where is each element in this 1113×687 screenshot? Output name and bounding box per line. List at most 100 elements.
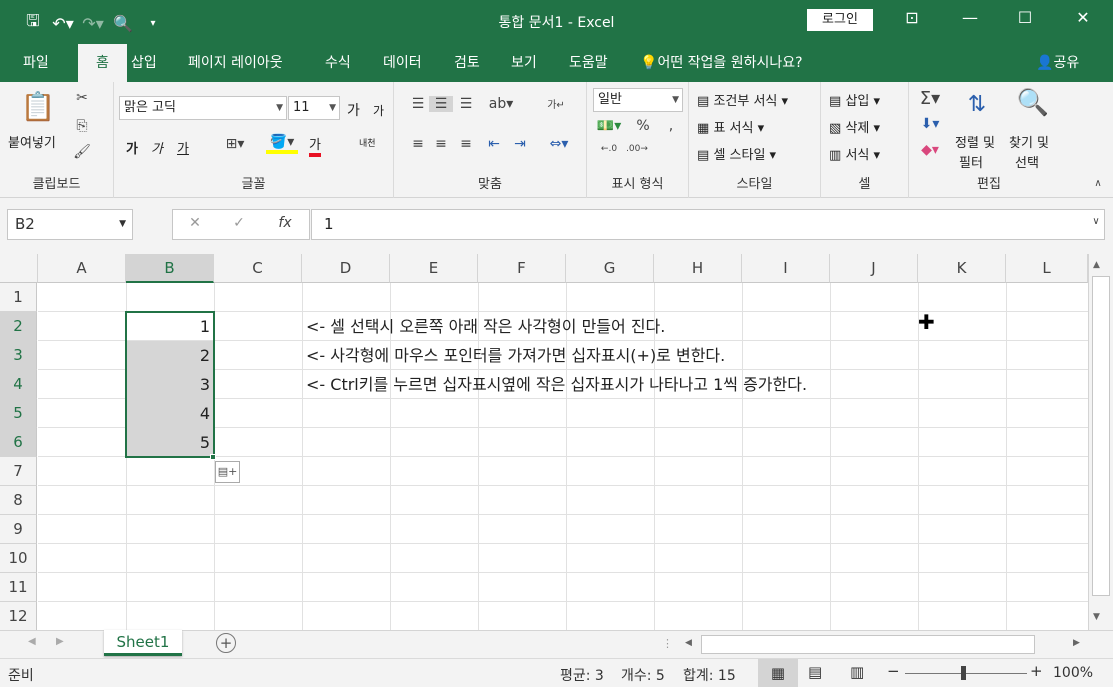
number-format-select[interactable]: 일반 ▼ <box>593 88 683 112</box>
find-select-label[interactable]: 찾기 및 <box>1009 132 1049 151</box>
bold-button[interactable]: 가 <box>126 138 138 157</box>
next-sheet-icon[interactable]: ▶ <box>56 636 64 647</box>
conditional-formatting-button[interactable]: ▤ 조건부 서식 ▾ <box>697 90 788 109</box>
tab-help[interactable]: 도움말 <box>569 52 608 72</box>
scroll-right-icon[interactable]: ▶ <box>1073 638 1080 648</box>
zoom-slider-thumb[interactable] <box>961 666 966 680</box>
paste-button[interactable]: 붙여넣기 <box>8 132 56 151</box>
page-break-view-icon[interactable]: ▥ <box>850 663 864 681</box>
expand-formula-icon[interactable]: ∨ <box>1088 216 1104 227</box>
zoom-out-icon[interactable]: − <box>887 662 900 680</box>
scroll-up-icon[interactable]: ▲ <box>1093 260 1100 270</box>
row-header[interactable]: 9 <box>0 515 37 544</box>
tell-me-search[interactable]: 💡어떤 작업을 원하시나요? <box>640 52 803 72</box>
row-header[interactable]: 8 <box>0 486 37 515</box>
page-layout-view-icon[interactable]: ▤ <box>808 663 822 681</box>
cell-b2[interactable]: 1 <box>126 312 214 341</box>
column-header[interactable]: H <box>654 254 742 283</box>
tab-insert[interactable]: 삽입 <box>131 52 157 72</box>
cell-d2[interactable]: <- 셀 선택시 오른쪽 아래 작은 사각형이 만들어 진다. <box>306 312 665 341</box>
row-header[interactable]: 12 <box>0 602 37 631</box>
sort-filter-label2[interactable]: 필터 <box>959 152 983 171</box>
align-left-icon[interactable]: ≡ <box>406 136 430 152</box>
underline-button[interactable]: 가 <box>177 138 189 157</box>
insert-cells-button[interactable]: ▤ 삽입 ▾ <box>829 90 880 109</box>
sheet-tab[interactable]: Sheet1 <box>104 630 182 656</box>
align-middle-icon[interactable]: ☰ <box>429 96 453 112</box>
decrease-indent-icon[interactable]: ⇤ <box>482 136 506 152</box>
column-header[interactable]: J <box>830 254 918 283</box>
row-header[interactable]: 5 <box>0 399 37 428</box>
minimize-icon[interactable]: — <box>955 8 985 27</box>
find-select-icon[interactable]: 🔍 <box>1013 88 1053 118</box>
tab-home[interactable]: 홈 <box>78 44 127 82</box>
row-header[interactable]: 4 <box>0 370 37 399</box>
cancel-icon[interactable]: ✕ <box>185 215 205 231</box>
select-all-corner[interactable] <box>0 254 38 283</box>
font-size-select[interactable]: 11 ▼ <box>288 96 340 120</box>
cell-b4[interactable]: 3 <box>126 370 214 399</box>
decrease-decimal-icon[interactable]: .00→ <box>623 144 651 154</box>
collapse-ribbon-icon[interactable]: ∧ <box>1090 178 1106 189</box>
wrap-text-icon[interactable]: 가↵ <box>544 96 568 111</box>
tab-view[interactable]: 보기 <box>511 52 537 72</box>
fill-icon[interactable]: ⬇▾ <box>915 116 945 132</box>
column-header[interactable]: A <box>38 254 126 283</box>
column-header[interactable]: G <box>566 254 654 283</box>
cell-b6[interactable]: 5 <box>126 428 214 457</box>
paste-icon[interactable]: 📋 <box>20 90 56 123</box>
tab-data[interactable]: 데이터 <box>383 52 422 72</box>
normal-view-icon[interactable]: ▦ <box>758 659 798 687</box>
maximize-icon[interactable]: ☐ <box>1010 8 1040 27</box>
accounting-format-icon[interactable]: 💵▾ <box>595 118 623 134</box>
delete-cells-button[interactable]: ▧ 삭제 ▾ <box>829 117 880 136</box>
border-icon[interactable]: ⊞▾ <box>222 136 248 152</box>
format-as-table-button[interactable]: ▦ 표 서식 ▾ <box>697 117 764 136</box>
prev-sheet-icon[interactable]: ◀ <box>28 636 36 647</box>
increase-decimal-icon[interactable]: ←.0 <box>595 144 623 154</box>
tab-page-layout[interactable]: 페이지 레이아웃 <box>188 52 283 72</box>
row-header[interactable]: 7 <box>0 457 37 486</box>
enter-icon[interactable]: ✓ <box>229 215 249 231</box>
insert-function-icon[interactable]: fx <box>273 215 297 231</box>
row-header[interactable]: 6 <box>0 428 37 457</box>
merge-center-icon[interactable]: ⇔▾ <box>544 136 574 152</box>
zoom-in-icon[interactable]: + <box>1030 662 1043 680</box>
row-header[interactable]: 11 <box>0 573 37 602</box>
share-button[interactable]: 👤공유 <box>1036 52 1079 72</box>
fill-color-icon[interactable]: 🪣▾ <box>266 134 298 154</box>
login-button[interactable]: 로그인 <box>807 9 873 31</box>
autosum-icon[interactable]: Σ▾ <box>915 88 945 109</box>
add-sheet-icon[interactable]: + <box>216 633 236 653</box>
align-center-icon[interactable]: ≡ <box>429 136 453 152</box>
horizontal-scroll-thumb[interactable] <box>701 635 1035 654</box>
font-name-select[interactable]: 맑은 고딕 ▼ <box>119 96 287 120</box>
formula-input[interactable]: 1 <box>311 209 1105 240</box>
column-header[interactable]: E <box>390 254 478 283</box>
tab-file[interactable]: 파일 <box>23 52 49 72</box>
cut-icon[interactable]: ✂ <box>72 90 92 106</box>
cell-styles-button[interactable]: ▤ 셀 스타일 ▾ <box>697 144 776 163</box>
scroll-down-icon[interactable]: ▼ <box>1093 612 1100 622</box>
auto-fill-options-icon[interactable]: ▤+ <box>215 461 240 483</box>
italic-button[interactable]: 가 <box>151 138 163 157</box>
column-header[interactable]: B <box>126 254 214 283</box>
column-header[interactable]: C <box>214 254 302 283</box>
tab-split-handle[interactable]: ⋮ <box>662 637 673 650</box>
name-box[interactable]: B2 ▼ <box>7 209 133 240</box>
vertical-scroll-thumb[interactable] <box>1092 276 1110 596</box>
sort-filter-icon[interactable]: ⇅ <box>955 92 999 117</box>
tab-review[interactable]: 검토 <box>454 52 480 72</box>
increase-indent-icon[interactable]: ⇥ <box>508 136 532 152</box>
column-header[interactable]: F <box>478 254 566 283</box>
horizontal-scrollbar[interactable]: ◀ ▶ <box>683 634 1088 655</box>
column-header[interactable]: L <box>1006 254 1088 283</box>
row-header[interactable]: 3 <box>0 341 37 370</box>
align-bottom-icon[interactable]: ☰ <box>454 96 478 112</box>
percent-icon[interactable]: % <box>633 118 653 134</box>
copy-icon[interactable]: ⎘ <box>72 118 92 134</box>
cell-d3[interactable]: <- 사각형에 마우스 포인터를 가져가면 십자표시(+)로 변한다. <box>306 341 725 370</box>
worksheet-grid[interactable]: A B C D E F G H I J K L 1 2 3 4 5 6 7 8 … <box>0 254 1113 631</box>
row-header[interactable]: 2 <box>0 312 37 341</box>
vertical-scrollbar[interactable]: ▲ ▼ <box>1088 254 1113 630</box>
